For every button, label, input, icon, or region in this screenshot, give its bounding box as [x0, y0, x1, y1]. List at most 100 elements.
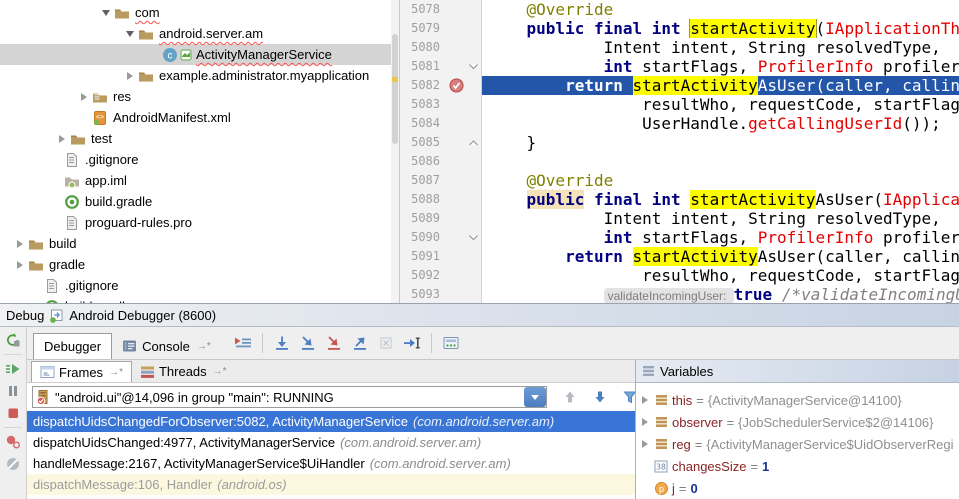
- tree-item-label: android.server.am: [156, 26, 263, 41]
- chevron-expanded-icon[interactable]: [122, 31, 138, 37]
- chevron-collapsed-icon[interactable]: [12, 261, 28, 269]
- tree-item-build[interactable]: build: [0, 233, 399, 254]
- editor-line-5084[interactable]: 5084 UserHandle.getCallingUserId());: [400, 114, 959, 133]
- folder-icon: [138, 26, 156, 42]
- field-icon: [652, 416, 670, 428]
- mute-breakpoints-button[interactable]: [0, 453, 26, 475]
- stack-frame-row[interactable]: handleMessage:2167, ActivityManagerServi…: [27, 453, 635, 474]
- console-icon: [122, 339, 137, 353]
- variables-pane: Variables this={ActivityManagerService@1…: [636, 360, 959, 499]
- editor-line-5087[interactable]: 5087 @Override: [400, 171, 959, 190]
- filter-button[interactable]: [619, 386, 636, 408]
- chevron-collapsed-icon[interactable]: [54, 135, 70, 143]
- svg-text:38: 38: [656, 462, 666, 471]
- tree-item-proguard-rules-pro[interactable]: proguard-rules.pro: [0, 212, 399, 233]
- tree-item--gitignore[interactable]: .gitignore: [0, 275, 399, 296]
- gutter-space: [446, 266, 466, 285]
- code-editor[interactable]: 5078 @Override5079 public final int star…: [400, 0, 959, 303]
- chevron-collapsed-icon[interactable]: [12, 240, 28, 248]
- editor-line-5091[interactable]: 5091 return startActivityAsUser(caller, …: [400, 247, 959, 266]
- tree-item-example-administrator-myapplication[interactable]: example.administrator.myapplication: [0, 65, 399, 86]
- stack-frame-row[interactable]: dispatchMessage:106, Handler(android.os): [27, 474, 635, 495]
- step-over-button[interactable]: [270, 331, 294, 355]
- tree-item-build-gradle[interactable]: build.gradle: [0, 191, 399, 212]
- editor-line-5080[interactable]: 5080 Intent intent, String resolvedType,: [400, 38, 959, 57]
- show-execution-point-button[interactable]: [231, 331, 255, 355]
- code-text: public final int startActivityAsUser(IAp…: [482, 190, 959, 209]
- thread-selector[interactable]: "android.ui"@14,096 in group "main": RUN…: [32, 386, 547, 408]
- chevron-collapsed-icon[interactable]: [122, 72, 138, 80]
- resume-icon: [5, 361, 21, 377]
- run-to-cursor-icon: [403, 335, 421, 351]
- chevron-expanded-icon[interactable]: [98, 10, 114, 16]
- expand-arrow-icon[interactable]: [638, 439, 652, 449]
- stack-frame-row[interactable]: dispatchUidsChanged:4977, ActivityManage…: [27, 432, 635, 453]
- rerun-button[interactable]: [0, 329, 26, 351]
- project-tree-scrollbar[interactable]: [391, 0, 399, 303]
- stop-button[interactable]: [0, 402, 26, 424]
- fold-gutter: [466, 38, 482, 57]
- tree-item-android-server-am[interactable]: android.server.am: [0, 23, 399, 44]
- editor-line-5086[interactable]: 5086: [400, 152, 959, 171]
- expand-arrow-icon[interactable]: [638, 417, 652, 427]
- variable-row-observer[interactable]: observer={JobSchedulerService$2@14106}: [636, 411, 959, 433]
- force-step-into-button[interactable]: [322, 331, 346, 355]
- gutter-space: [446, 285, 466, 303]
- step-out-button[interactable]: [348, 331, 372, 355]
- tree-item-app-iml[interactable]: app.iml: [0, 170, 399, 191]
- tree-item-com[interactable]: com: [0, 2, 399, 23]
- line-number: 5089: [400, 209, 446, 228]
- tab-frames[interactable]: Frames →*: [31, 361, 132, 382]
- evaluate-expression-button[interactable]: [439, 331, 463, 355]
- fold-marker-icon[interactable]: [466, 228, 482, 247]
- variable-row-j[interactable]: pj=0: [636, 477, 959, 499]
- variable-row-reg[interactable]: reg={ActivityManagerService$UidObserverR…: [636, 433, 959, 455]
- breakpoint-hit-icon[interactable]: [446, 76, 466, 95]
- editor-line-5089[interactable]: 5089 Intent intent, String resolvedType,: [400, 209, 959, 228]
- chevron-collapsed-icon[interactable]: [76, 93, 92, 101]
- debug-panel-header[interactable]: Debug Android Debugger (8600): [0, 304, 959, 327]
- editor-line-5079[interactable]: 5079 public final int startActivity(IApp…: [400, 19, 959, 38]
- variable-row-this[interactable]: this={ActivityManagerService@14100}: [636, 389, 959, 411]
- run-to-cursor-button[interactable]: [400, 331, 424, 355]
- fold-marker-icon[interactable]: [466, 133, 482, 152]
- editor-line-5088[interactable]: 5088 public final int startActivityAsUse…: [400, 190, 959, 209]
- tab-debugger[interactable]: Debugger: [33, 333, 112, 359]
- editor-line-5092[interactable]: 5092 resultWho, requestCode, startFlags,…: [400, 266, 959, 285]
- tree-item-test[interactable]: test: [0, 128, 399, 149]
- editor-line-5085[interactable]: 5085 }: [400, 133, 959, 152]
- tree-item-label: .gitignore: [82, 152, 138, 167]
- editor-line-5093[interactable]: 5093 validateIncomingUser: true /*valida…: [400, 285, 959, 303]
- resume-button[interactable]: [0, 358, 26, 380]
- pause-button[interactable]: [0, 380, 26, 402]
- editor-line-5081[interactable]: 5081 int startFlags, ProfilerInfo profil…: [400, 57, 959, 76]
- tab-threads[interactable]: Threads →*: [132, 361, 235, 382]
- editor-line-5090[interactable]: 5090 int startFlags, ProfilerInfo profil…: [400, 228, 959, 247]
- frame-package: (com.android.server.am): [408, 414, 554, 429]
- tree-item-activitymanagerservice[interactable]: cActivityManagerService: [0, 44, 399, 65]
- view-breakpoints-button[interactable]: [0, 431, 26, 453]
- variable-row-changesSize[interactable]: 38changesSize=1: [636, 455, 959, 477]
- down-arrow-button[interactable]: [589, 386, 611, 408]
- tree-item-androidmanifest-xml[interactable]: <>AndroidManifest.xml: [0, 107, 399, 128]
- editor-line-5078[interactable]: 5078 @Override: [400, 0, 959, 19]
- expand-arrow-icon[interactable]: [638, 395, 652, 405]
- tree-item--gitignore[interactable]: .gitignore: [0, 149, 399, 170]
- gutter-space: [446, 171, 466, 190]
- tree-item-res[interactable]: res: [0, 86, 399, 107]
- tree-item-gradle[interactable]: gradle: [0, 254, 399, 275]
- thread-icon: [33, 390, 51, 405]
- dropdown-arrow-button[interactable]: [524, 387, 546, 407]
- gutter-space: [446, 114, 466, 133]
- step-into-button[interactable]: [296, 331, 320, 355]
- tree-item-label: build: [46, 236, 76, 251]
- tree-item-build-gradle[interactable]: build.gradle: [0, 296, 399, 303]
- tab-console[interactable]: Console →*: [112, 333, 221, 359]
- stack-frame-row[interactable]: dispatchUidsChangedForObserver:5082, Act…: [27, 411, 635, 432]
- frame-package: (com.android.server.am): [365, 456, 511, 471]
- fold-marker-icon[interactable]: [466, 57, 482, 76]
- variable-value: 0: [690, 481, 697, 496]
- scrollbar-thumb[interactable]: [392, 34, 398, 144]
- editor-line-5082[interactable]: 5082 return startActivityAsUser(caller, …: [400, 76, 959, 95]
- editor-line-5083[interactable]: 5083 resultWho, requestCode, startFlags,…: [400, 95, 959, 114]
